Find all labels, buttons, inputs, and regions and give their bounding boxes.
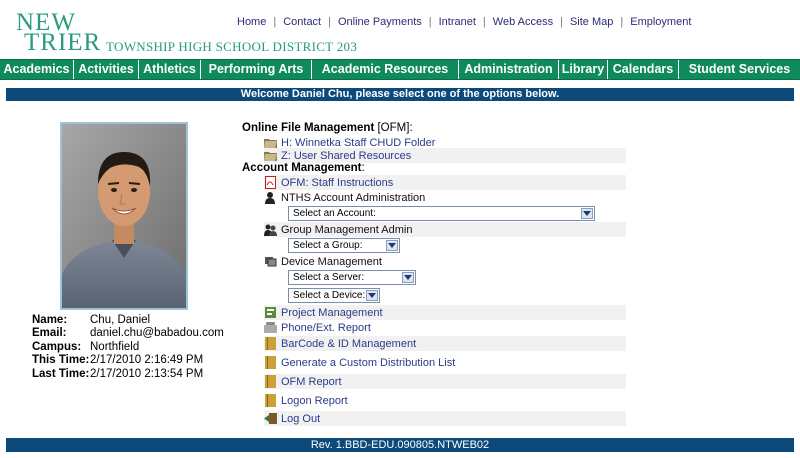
logout-link[interactable]: Log Out bbox=[264, 411, 626, 426]
nav-academic-resources[interactable]: Academic Resources bbox=[312, 60, 459, 79]
phone-icon bbox=[264, 321, 277, 334]
main-nav: Academics Activities Athletics Performin… bbox=[0, 59, 800, 80]
device-management-item: Device Management bbox=[264, 254, 626, 269]
campus-label: Campus: bbox=[32, 340, 82, 353]
logo-district-name: TOWNSHIP HIGH SCHOOL DISTRICT 203 bbox=[106, 39, 358, 54]
ofm-report-link[interactable]: OFM Report bbox=[264, 374, 626, 389]
chevron-down-icon bbox=[386, 240, 398, 251]
book-icon bbox=[264, 356, 277, 369]
user-admin-icon bbox=[264, 191, 277, 204]
ofm-section-title: Online File Management [OFM]: bbox=[242, 122, 413, 134]
separator: | bbox=[273, 16, 277, 28]
select-account-dropdown[interactable]: Select an Account: bbox=[288, 206, 595, 221]
chevron-down-icon bbox=[581, 208, 593, 219]
account-title-text: Account Management bbox=[242, 162, 362, 174]
link-online-payments[interactable]: Online Payments bbox=[338, 16, 422, 28]
ofm-tag: [OFM] bbox=[377, 122, 410, 134]
select-group-value: Select a Group: bbox=[293, 240, 363, 251]
nav-performing-arts[interactable]: Performing Arts bbox=[201, 60, 312, 79]
revision-footer: Rev. 1.BBD-EDU.090805.NTWEB02 bbox=[6, 438, 794, 452]
book-icon bbox=[264, 375, 277, 388]
welcome-banner: Welcome Daniel Chu, please select one of… bbox=[6, 88, 794, 101]
separator: | bbox=[560, 16, 563, 28]
nav-library[interactable]: Library bbox=[559, 60, 608, 79]
portrait-image bbox=[62, 124, 186, 308]
name-label: Name: bbox=[32, 314, 68, 326]
this-time-value: 2/17/2010 2:16:49 PM bbox=[90, 354, 204, 367]
user-info: Name: Chu, Daniel Email: daniel.chu@babado… bbox=[32, 314, 224, 381]
select-device-value: Select a Device: bbox=[293, 290, 366, 301]
link-site-map[interactable]: Site Map bbox=[570, 16, 613, 28]
name-value: Chu, Daniel bbox=[90, 314, 151, 326]
user-photo bbox=[60, 122, 188, 310]
nths-account-admin-label: NTHS Account Administration bbox=[281, 191, 426, 204]
separator: | bbox=[482, 16, 486, 28]
logout-label: Log Out bbox=[281, 412, 321, 425]
ofm-z-drive-link[interactable]: Z: User Shared Resources bbox=[264, 148, 626, 163]
barcode-id-label: BarCode & ID Management bbox=[281, 337, 417, 350]
email-label: Email: bbox=[32, 327, 67, 340]
project-management-link[interactable]: Project Management bbox=[264, 305, 626, 320]
campus-value: Northfield bbox=[90, 340, 140, 353]
nav-academics[interactable]: Academics bbox=[0, 60, 74, 79]
account-colon: : bbox=[361, 162, 365, 174]
link-employment[interactable]: Employment bbox=[630, 16, 691, 28]
group-management-label: Group Management Admin bbox=[281, 223, 413, 236]
book-icon bbox=[264, 394, 277, 407]
project-management-label: Project Management bbox=[281, 306, 383, 319]
select-server-dropdown[interactable]: Select a Server: bbox=[288, 270, 416, 285]
nav-activities[interactable]: Activities bbox=[74, 60, 139, 79]
logout-icon bbox=[264, 412, 277, 425]
project-icon bbox=[264, 306, 277, 319]
staff-instructions-link[interactable]: OFM: Staff Instructions bbox=[264, 175, 626, 190]
chevron-down-icon bbox=[366, 290, 378, 301]
select-server-value: Select a Server: bbox=[293, 272, 365, 283]
this-time-label: This Time: bbox=[32, 354, 90, 367]
logo-trier: TRIER bbox=[24, 29, 102, 56]
device-management-label: Device Management bbox=[281, 255, 382, 268]
pdf-icon bbox=[264, 176, 277, 189]
separator: | bbox=[620, 16, 624, 28]
separator: | bbox=[428, 16, 432, 28]
link-web-access[interactable]: Web Access bbox=[493, 16, 553, 28]
logon-report-link[interactable]: Logon Report bbox=[264, 393, 626, 408]
ofm-title-text: Online File Management bbox=[242, 122, 375, 134]
ofm-h-drive-label: H: Winnetka Staff CHUD Folder bbox=[281, 136, 436, 149]
device-icon bbox=[264, 255, 277, 268]
logon-report-label: Logon Report bbox=[281, 394, 348, 407]
nav-administration[interactable]: Administration bbox=[459, 60, 559, 79]
nav-student-services[interactable]: Student Services bbox=[679, 60, 800, 79]
select-account-value: Select an Account: bbox=[293, 208, 376, 219]
select-device-dropdown[interactable]: Select a Device: bbox=[288, 288, 380, 303]
chevron-down-icon bbox=[402, 272, 414, 283]
last-time-label: Last Time: bbox=[32, 367, 90, 380]
book-icon bbox=[264, 337, 277, 350]
nav-athletics[interactable]: Athletics bbox=[139, 60, 201, 79]
group-admin-icon bbox=[264, 223, 277, 236]
ofm-report-label: OFM Report bbox=[281, 375, 342, 388]
distribution-list-label: Generate a Custom Distribution List bbox=[281, 356, 456, 369]
link-intranet[interactable]: Intranet bbox=[439, 16, 476, 28]
ofm-z-drive-label: Z: User Shared Resources bbox=[281, 149, 412, 162]
ofm-colon: : bbox=[409, 122, 413, 134]
phone-report-label: Phone/Ext. Report bbox=[281, 321, 371, 334]
top-links: Home | Contact | Online Payments | Intranet | We… bbox=[237, 16, 691, 28]
distribution-list-link[interactable]: Generate a Custom Distribution List bbox=[264, 355, 626, 370]
phone-report-link[interactable]: Phone/Ext. Report bbox=[264, 320, 626, 335]
group-management-item: Group Management Admin bbox=[264, 222, 626, 237]
barcode-id-link[interactable]: BarCode & ID Management bbox=[264, 336, 626, 351]
last-time-value: 2/17/2010 2:13:54 PM bbox=[90, 367, 204, 380]
staff-instructions-label: OFM: Staff Instructions bbox=[281, 176, 394, 189]
link-home[interactable]: Home bbox=[237, 16, 266, 28]
email-value: daniel.chu@babadou.com bbox=[90, 327, 224, 340]
select-group-dropdown[interactable]: Select a Group: bbox=[288, 238, 400, 253]
nav-calendars[interactable]: Calendars bbox=[608, 60, 679, 79]
link-contact[interactable]: Contact bbox=[283, 16, 321, 28]
nths-account-admin-item: NTHS Account Administration bbox=[264, 190, 626, 205]
account-section-title: Account Management: bbox=[242, 162, 365, 174]
folder-icon bbox=[264, 149, 277, 162]
separator: | bbox=[328, 16, 331, 28]
